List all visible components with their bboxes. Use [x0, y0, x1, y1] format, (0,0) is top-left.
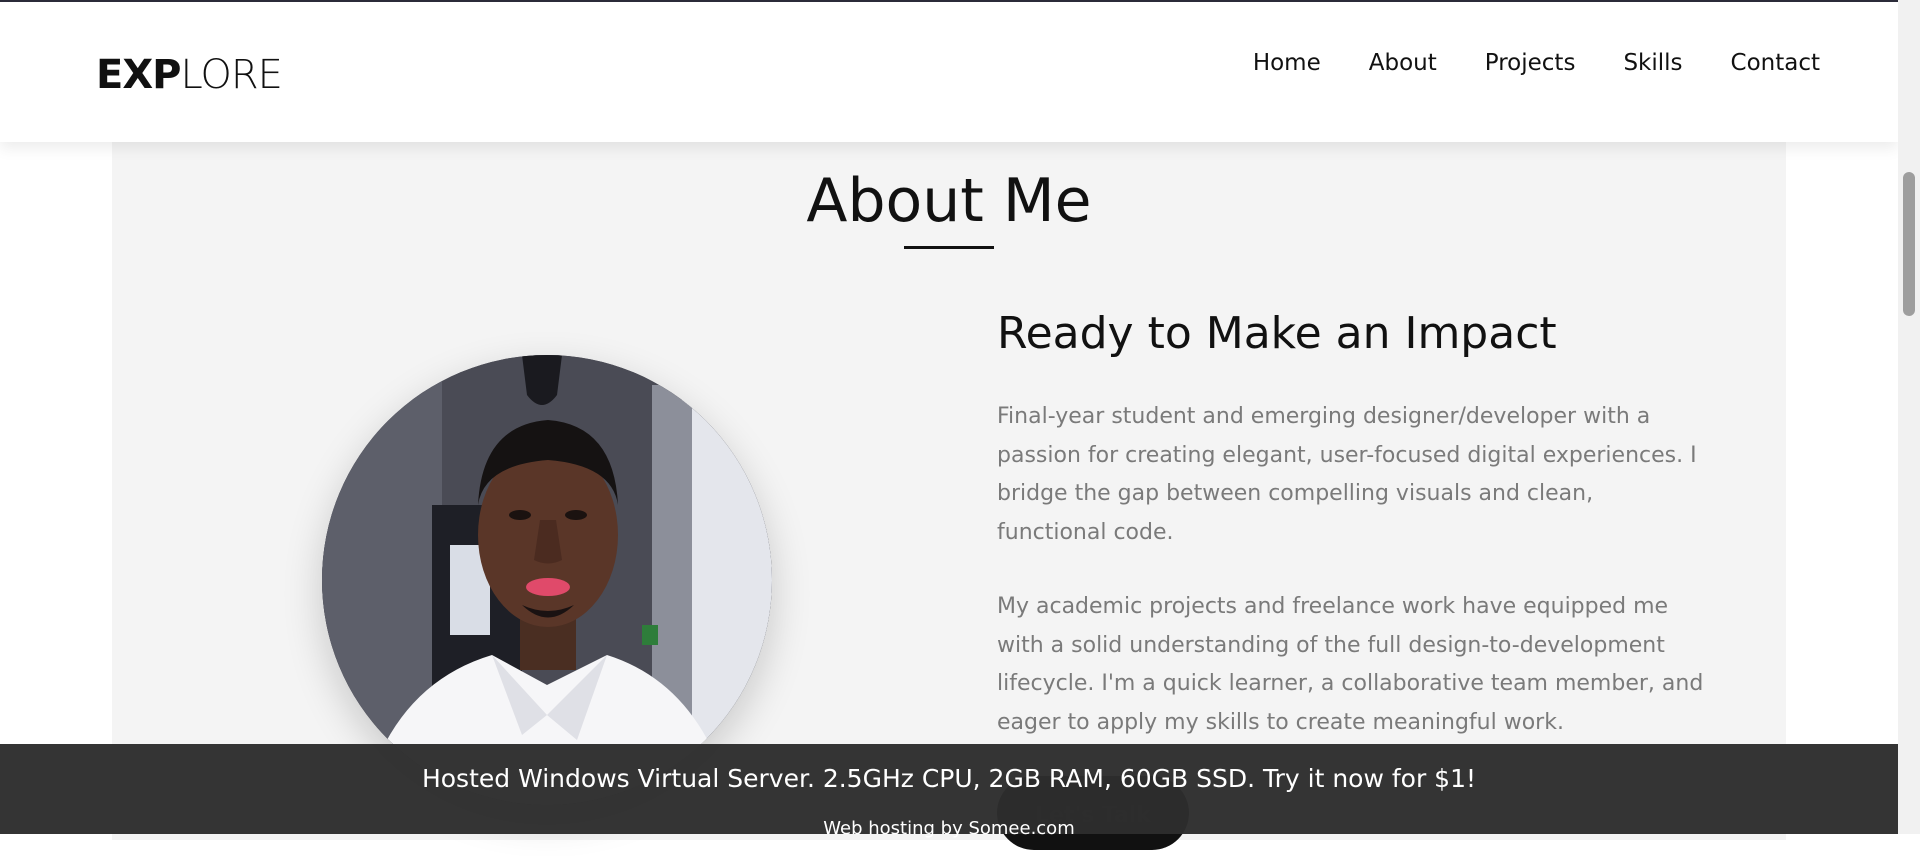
page-scrollbar[interactable] — [1898, 0, 1920, 834]
site-header: EXPLORE Home About Projects Skills Conta… — [0, 2, 1898, 142]
hosting-banner[interactable]: Hosted Windows Virtual Server. 2.5GHz CP… — [0, 744, 1898, 839]
banner-sub[interactable]: Web hosting by Somee.com — [0, 818, 1898, 839]
nav-about[interactable]: About — [1369, 50, 1437, 76]
about-paragraph-2: My academic projects and freelance work … — [997, 594, 1704, 735]
nav-contact[interactable]: Contact — [1731, 50, 1820, 76]
profile-photo — [322, 355, 772, 805]
banner-text[interactable]: Hosted Windows Virtual Server. 2.5GHz CP… — [0, 764, 1898, 793]
scrollbar-thumb[interactable] — [1903, 172, 1915, 316]
nav-home[interactable]: Home — [1253, 50, 1321, 76]
logo-light: LORE — [180, 52, 282, 98]
nav-projects[interactable]: Projects — [1485, 50, 1576, 76]
nav-skills[interactable]: Skills — [1623, 50, 1682, 76]
page-title: About Me — [806, 166, 1092, 236]
logo[interactable]: EXPLORE — [96, 52, 283, 98]
logo-bold: EXP — [96, 52, 181, 98]
about-subheading: Ready to Make an Impact — [997, 308, 1557, 359]
portrait-image — [322, 355, 772, 805]
title-underline — [904, 246, 994, 249]
main-nav: Home About Projects Skills Contact — [1253, 50, 1820, 76]
about-paragraph-1: Final-year student and emerging designer… — [997, 404, 1697, 545]
